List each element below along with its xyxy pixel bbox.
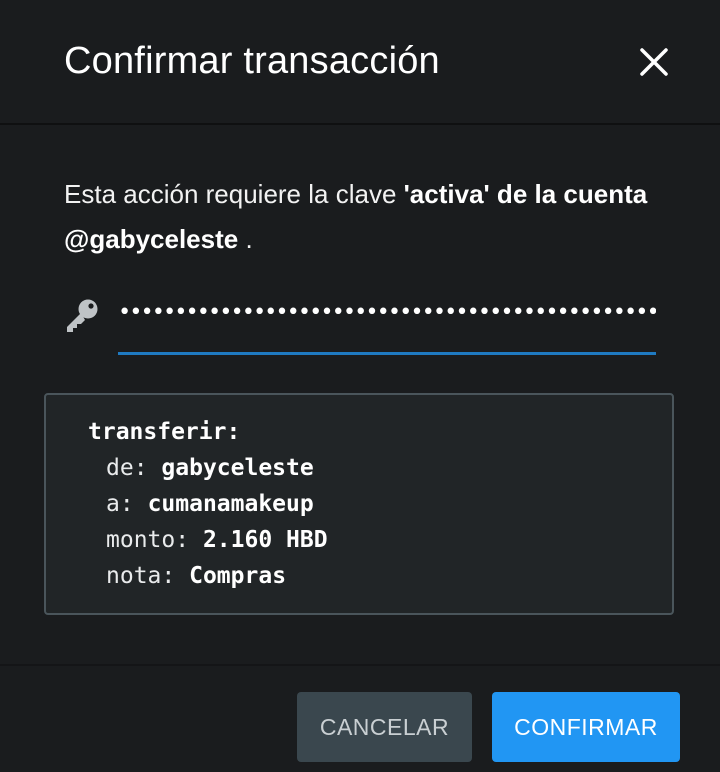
operation-field-from: de: gabyceleste	[106, 455, 314, 481]
password-input[interactable]	[118, 288, 656, 336]
close-button[interactable]	[636, 44, 672, 80]
field-value: cumanamakeup	[147, 491, 314, 517]
field-key: a:	[106, 491, 134, 517]
auth-message: Esta acción requiere la clave 'activa' d…	[64, 172, 664, 262]
message-suffix: .	[238, 224, 253, 254]
password-field[interactable]	[118, 288, 656, 355]
close-icon	[640, 48, 668, 76]
transaction-dialog: Confirmar transacción Esta acción requie…	[0, 0, 720, 772]
field-value: gabyceleste	[161, 455, 314, 481]
field-key: nota:	[106, 563, 176, 589]
operation-field-amount: monto: 2.160 HBD	[106, 527, 328, 553]
message-account: @gabyceleste	[64, 224, 239, 254]
operation-title: transferir:	[88, 419, 241, 445]
cancel-button[interactable]: CANCELAR	[297, 692, 472, 762]
field-key: monto:	[106, 527, 190, 553]
confirm-button[interactable]: CONFIRMAR	[492, 692, 680, 762]
dialog-title: Confirmar transacción	[64, 40, 440, 82]
field-key: de:	[106, 455, 148, 481]
operation-preview: transferir: de: gabyceleste a: cumanamak…	[44, 393, 674, 615]
field-value: 2.160 HBD	[202, 527, 328, 553]
field-value: Compras	[189, 563, 287, 589]
message-prefix: Esta acción requiere la clave	[64, 179, 404, 209]
dialog-footer: CANCELAR CONFIRMAR	[0, 664, 720, 772]
message-key-role: 'activa' de la cuenta	[403, 179, 648, 209]
dialog-header: Confirmar transacción	[0, 0, 720, 125]
operation-field-to: a: cumanamakeup	[106, 491, 314, 517]
key-icon	[67, 299, 98, 332]
operation-field-memo: nota: Compras	[106, 563, 286, 589]
